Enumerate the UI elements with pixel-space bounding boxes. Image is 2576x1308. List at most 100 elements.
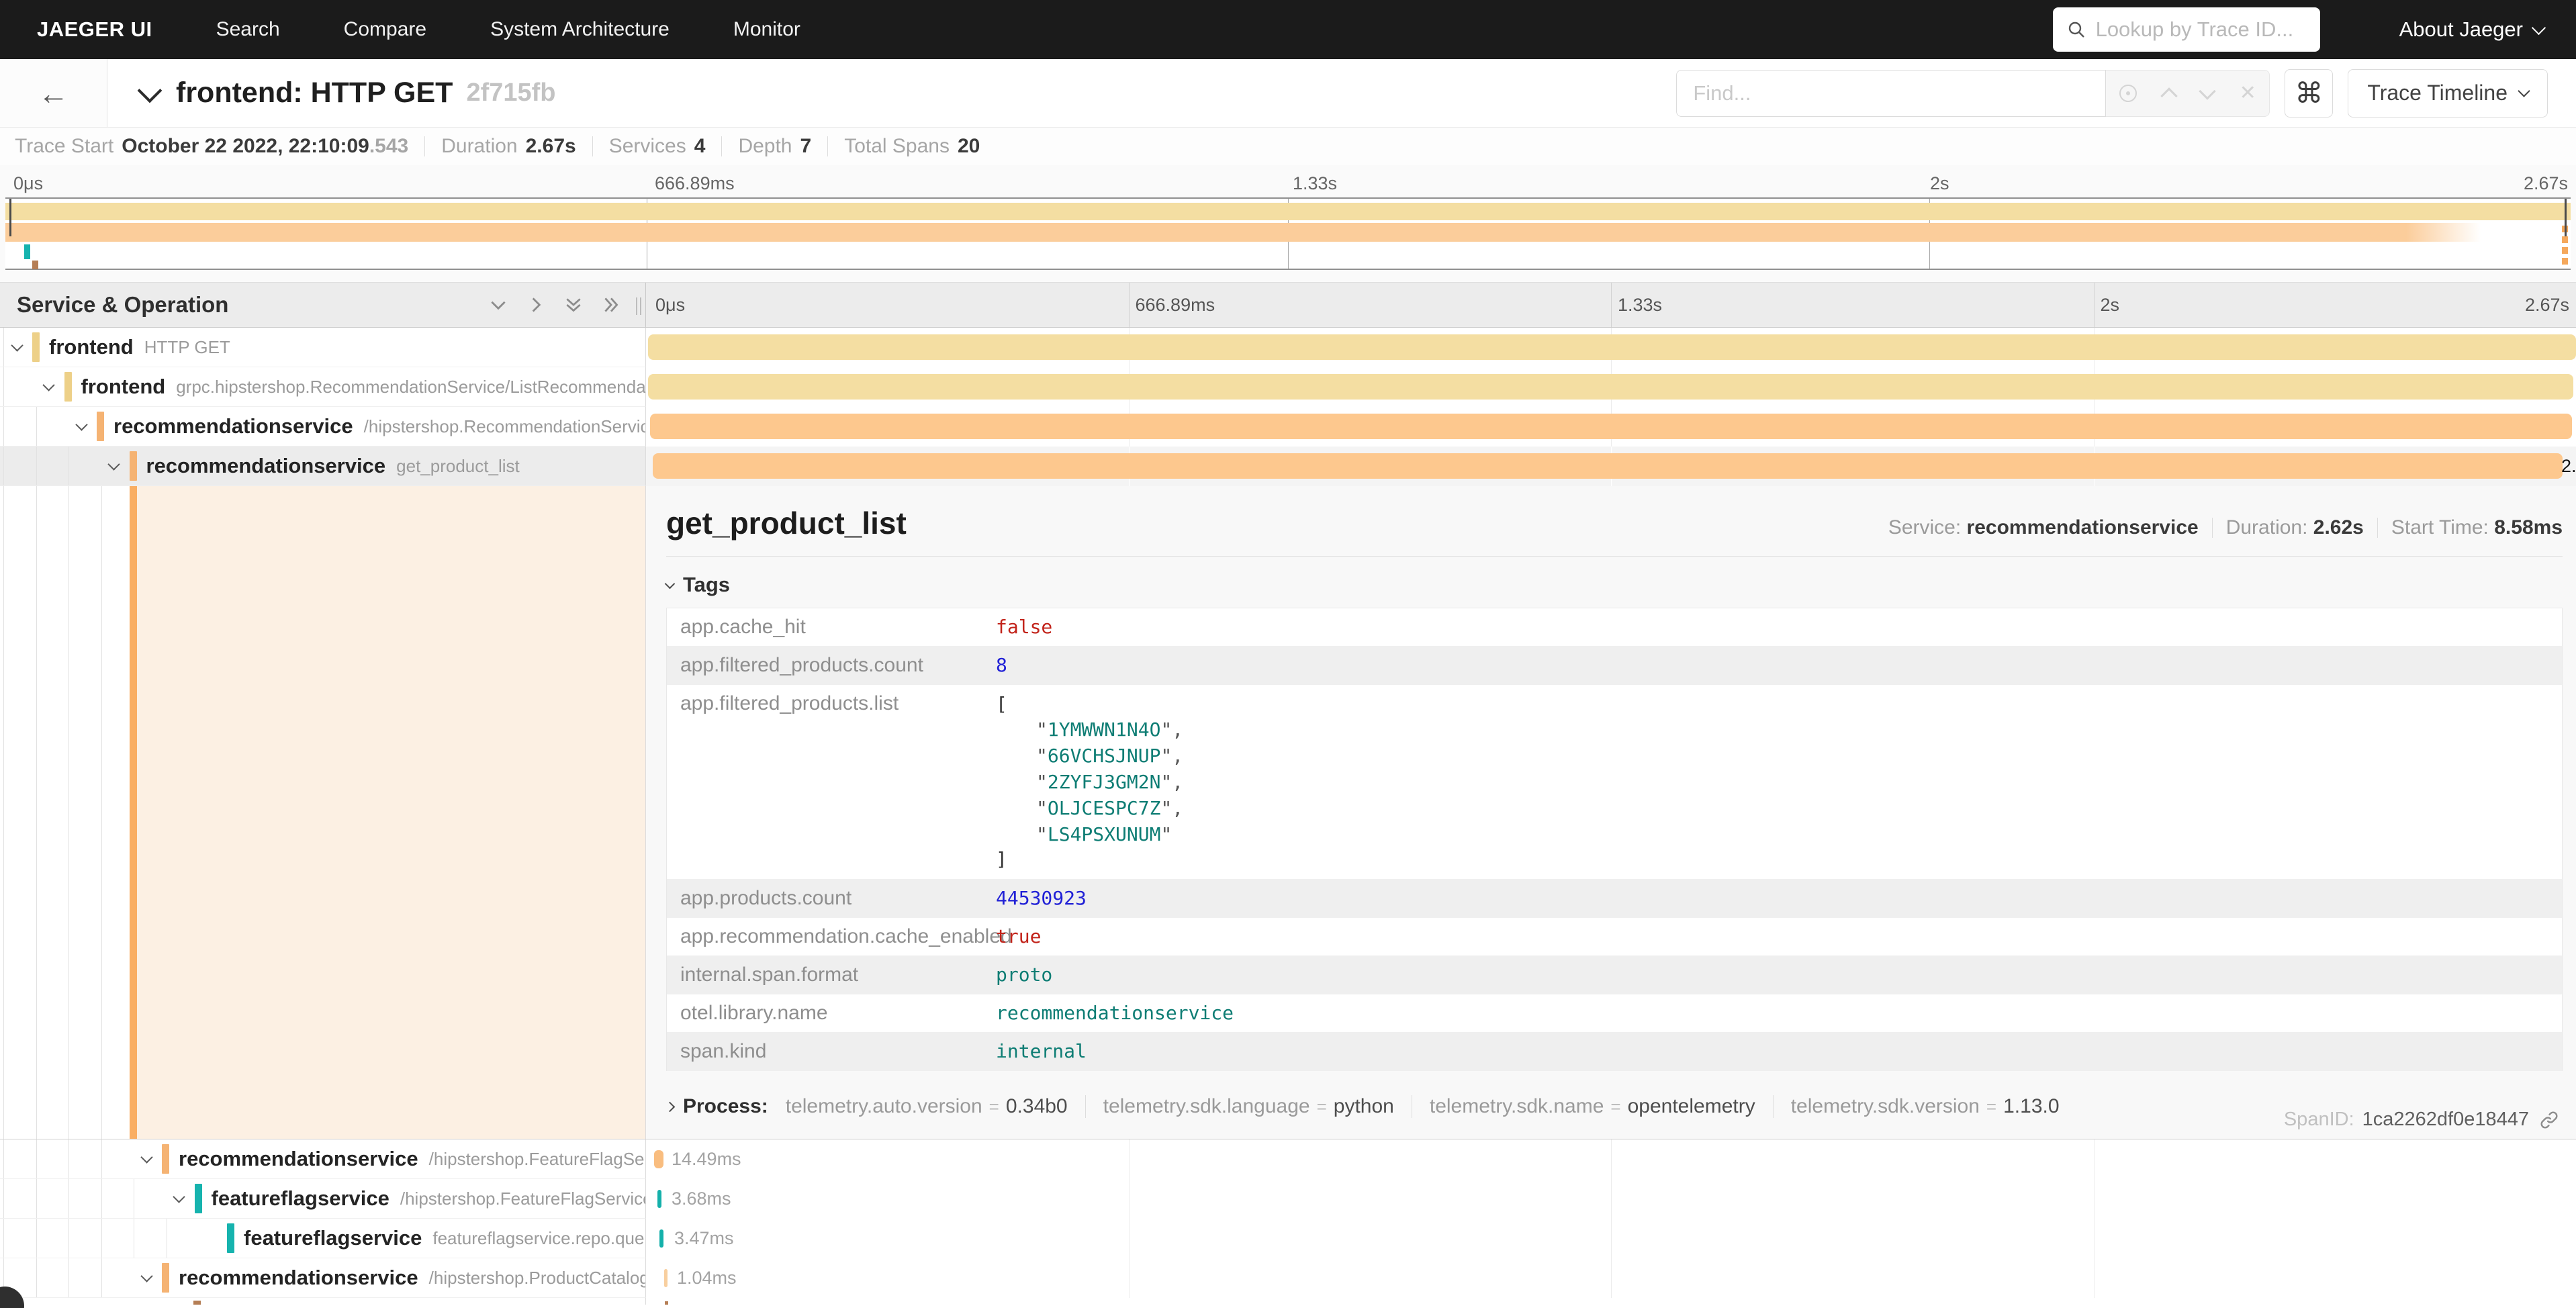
span-bar-cell[interactable]: 1.04ms bbox=[646, 1258, 2576, 1298]
tag-key: otel.library.name bbox=[667, 1002, 996, 1025]
trace-minimap: 0μs 666.89ms 1.33s 2s 2.67s bbox=[0, 165, 2576, 270]
span-row-frontend-http-get[interactable]: frontend HTTP GET bbox=[0, 328, 2576, 367]
tag-row: app.filtered_products.list [ 1YMWWN1N4O … bbox=[667, 685, 2562, 880]
trace-id-lookup-box[interactable] bbox=[2053, 7, 2320, 52]
span-bar-cell[interactable]: 3.47ms bbox=[646, 1219, 2576, 1258]
tag-row: internal.span.format proto bbox=[667, 956, 2562, 994]
find-controls: ✕ bbox=[2106, 70, 2270, 117]
span-color-strip bbox=[64, 372, 72, 402]
tag-key: internal.span.format bbox=[667, 964, 996, 986]
minimap-tick: 0μs bbox=[13, 173, 43, 194]
chevron-down-icon[interactable] bbox=[167, 1179, 192, 1218]
about-jaeger-label: About Jaeger bbox=[2399, 17, 2523, 42]
timeline-tick: 0μs bbox=[655, 295, 685, 316]
tag-row: span.kind internal bbox=[667, 1033, 2562, 1071]
span-bar-cell[interactable]: 2.62s bbox=[646, 447, 2576, 486]
span-row-rec-productcatalog[interactable]: recommendationservice /hipstershop.Produ… bbox=[0, 1258, 2576, 1298]
chevron-down-icon[interactable] bbox=[4, 328, 30, 367]
nav-item-compare[interactable]: Compare bbox=[344, 18, 426, 41]
process-entry: telemetry.auto.version = 0.34b0 bbox=[786, 1095, 1068, 1118]
link-icon[interactable] bbox=[2538, 1109, 2560, 1131]
span-operation: grpc.hipstershop.RecommendationService/L… bbox=[176, 377, 646, 398]
tag-list-item: LS4PSXUNUM bbox=[996, 821, 1183, 847]
collapse-all-icon[interactable] bbox=[563, 295, 584, 315]
collapse-one-icon[interactable] bbox=[488, 295, 508, 315]
trace-view-selector[interactable]: Trace Timeline bbox=[2348, 69, 2548, 118]
span-row-featureflag-repo-query[interactable]: featureflagservice featureflagservice.re… bbox=[0, 1219, 2576, 1258]
span-operation: /hipstershop.RecommendationService/Lis..… bbox=[364, 416, 646, 437]
find-clear-icon[interactable]: ✕ bbox=[2240, 81, 2256, 105]
span-bar-cell[interactable] bbox=[646, 328, 2576, 367]
chevron-down-icon bbox=[2520, 87, 2528, 95]
chevron-down-icon[interactable] bbox=[68, 407, 94, 446]
locate-icon[interactable] bbox=[2119, 85, 2137, 102]
expand-one-icon[interactable] bbox=[526, 295, 546, 315]
span-color-strip bbox=[162, 1144, 169, 1174]
span-operation: HTTP GET bbox=[144, 337, 230, 358]
span-bar-cell[interactable] bbox=[646, 367, 2576, 407]
process-key: telemetry.auto.version bbox=[786, 1095, 982, 1118]
depth-label: Depth bbox=[738, 135, 792, 158]
keyboard-shortcuts-button[interactable]: ⌘ bbox=[2285, 69, 2333, 118]
span-bar[interactable] bbox=[648, 334, 2576, 360]
nav-item-system-architecture[interactable]: System Architecture bbox=[490, 18, 670, 41]
timeline-header-ticks: 0μs 666.89ms 1.33s 2s 2.67s bbox=[646, 283, 2576, 327]
process-value: opentelemetry bbox=[1628, 1095, 1755, 1118]
span-bar bbox=[665, 1301, 668, 1305]
minimap-right-scrubber[interactable] bbox=[2565, 199, 2567, 236]
chevron-down-icon[interactable] bbox=[36, 367, 62, 406]
about-jaeger-menu[interactable]: About Jaeger bbox=[2399, 17, 2544, 42]
span-bar[interactable] bbox=[653, 453, 2563, 479]
tag-key: app.products.count bbox=[667, 887, 996, 910]
process-key: telemetry.sdk.language bbox=[1103, 1095, 1310, 1118]
chevron-down-icon[interactable] bbox=[134, 1258, 159, 1297]
partial-span-row[interactable] bbox=[0, 1298, 2576, 1305]
column-resize-grip[interactable] bbox=[636, 297, 641, 315]
minimap-left-scrubber[interactable] bbox=[9, 199, 11, 236]
span-bar[interactable] bbox=[654, 1150, 663, 1168]
span-bar-cell[interactable]: 3.68ms bbox=[646, 1179, 2576, 1219]
chevron-down-icon[interactable] bbox=[134, 1139, 159, 1178]
tag-list-item: 66VCHSJNUP bbox=[996, 743, 1183, 769]
process-value: 1.13.0 bbox=[2003, 1095, 2059, 1118]
find-next-icon[interactable] bbox=[2199, 83, 2215, 99]
span-row-rec-featureflag[interactable]: recommendationservice /hipstershop.Featu… bbox=[0, 1139, 2576, 1179]
tags-table: app.cache_hit false app.filtered_product… bbox=[666, 608, 2563, 1071]
back-button[interactable]: ← bbox=[0, 59, 107, 127]
nav-item-search[interactable]: Search bbox=[216, 18, 280, 41]
jaeger-logo[interactable]: JAEGER UI bbox=[37, 17, 152, 42]
span-row-featureflag-grpc[interactable]: featureflagservice /hipstershop.FeatureF… bbox=[0, 1179, 2576, 1219]
span-bar[interactable] bbox=[664, 1269, 668, 1287]
span-rows: frontend HTTP GET frontend grpc.hipsters… bbox=[0, 328, 2576, 1305]
tag-row: app.products.count 44530923 bbox=[667, 880, 2562, 918]
span-row-recommendation-grpc[interactable]: recommendationservice /hipstershop.Recom… bbox=[0, 407, 2576, 447]
expand-all-icon[interactable] bbox=[601, 295, 621, 315]
span-bar[interactable] bbox=[659, 1229, 663, 1248]
span-operation: /hipstershop.FeatureFlagService... bbox=[429, 1149, 646, 1170]
timeline-header-left: Service & Operation bbox=[0, 283, 646, 327]
tags-section-toggle[interactable]: Tags bbox=[666, 573, 2563, 597]
span-color-strip bbox=[195, 1184, 202, 1213]
span-bar[interactable] bbox=[657, 1190, 661, 1208]
span-bar[interactable] bbox=[650, 414, 2572, 439]
span-detail-panel: get_product_list Service: recommendation… bbox=[646, 486, 2576, 1139]
back-arrow-icon: ← bbox=[38, 75, 69, 111]
span-bar[interactable] bbox=[648, 374, 2573, 400]
span-row-frontend-grpc[interactable]: frontend grpc.hipstershop.Recommendation… bbox=[0, 367, 2576, 407]
minimap-tick: 2s bbox=[1930, 173, 1949, 194]
chevron-down-icon[interactable] bbox=[101, 447, 127, 485]
find-input[interactable] bbox=[1676, 70, 2106, 117]
detail-service-label: Service: bbox=[1888, 516, 1961, 539]
process-toggle[interactable]: Process: bbox=[683, 1095, 768, 1118]
minimap-canvas[interactable] bbox=[5, 197, 2571, 270]
span-bar-cell[interactable] bbox=[646, 407, 2576, 447]
span-bar-cell[interactable]: 14.49ms bbox=[646, 1139, 2576, 1179]
span-row-get-product-list[interactable]: recommendationservice get_product_list 2… bbox=[0, 447, 2576, 486]
trace-summary-bar: Trace Start October 22 2022, 22:10:09 .5… bbox=[0, 128, 2576, 165]
span-operation: featureflagservice.repo.query:fe... bbox=[432, 1228, 646, 1249]
nav-item-monitor[interactable]: Monitor bbox=[733, 18, 800, 41]
trace-id-lookup-input[interactable] bbox=[2096, 17, 2307, 42]
tag-list-item: OLJCESPC7Z bbox=[996, 795, 1183, 821]
find-prev-icon[interactable] bbox=[2160, 87, 2177, 104]
collapse-trace-chevron-icon[interactable] bbox=[141, 87, 158, 99]
